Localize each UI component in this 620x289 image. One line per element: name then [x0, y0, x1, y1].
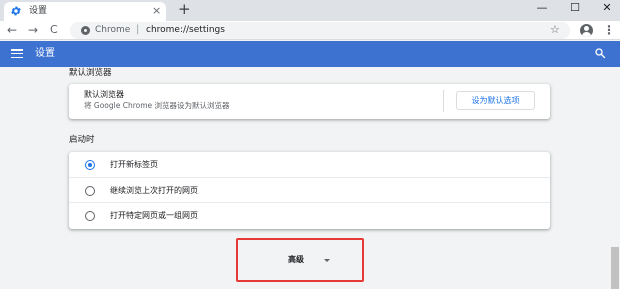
default-browser-label: 默认浏览器: [84, 90, 124, 99]
new-tab-button[interactable]: +: [178, 1, 191, 18]
tab-strip: 设置 × + — ☐ ✕: [0, 0, 620, 21]
address-bar[interactable]: Chrome | chrome://settings ☆: [70, 22, 570, 39]
default-browser-description: 将 Google Chrome 浏览器设为默认浏览器: [84, 101, 230, 110]
browser-toolbar: ← → C Chrome | chrome://settings ☆ ⋮: [0, 21, 620, 40]
advanced-label: 高级: [288, 255, 304, 264]
startup-option-label: 打开新标签页: [110, 160, 158, 169]
forward-button[interactable]: →: [28, 21, 38, 39]
back-button[interactable]: ←: [7, 21, 17, 39]
settings-icon: [10, 5, 22, 17]
settings-header: 设置: [0, 41, 620, 67]
window-close-button[interactable]: ✕: [592, 0, 620, 20]
settings-content: 默认浏览器 默认浏览器 将 Google Chrome 浏览器设为默认浏览器 设…: [0, 67, 620, 289]
caret-down-icon: [324, 259, 330, 262]
startup-option-specific-pages[interactable]: 打开特定网页或一组网页: [69, 202, 550, 227]
tab-settings[interactable]: 设置 ×: [4, 2, 166, 21]
radio-button[interactable]: [85, 186, 95, 196]
radio-button-selected[interactable]: [85, 160, 95, 170]
address-url[interactable]: chrome://settings: [146, 24, 225, 37]
address-separator: |: [136, 24, 140, 35]
search-icon[interactable]: [594, 47, 606, 59]
maximize-button[interactable]: ☐: [560, 0, 590, 20]
profile-icon[interactable]: [580, 24, 593, 37]
startup-option-new-tab[interactable]: 打开新标签页: [69, 152, 550, 177]
site-info-icon[interactable]: [81, 26, 90, 35]
startup-option-continue[interactable]: 继续浏览上次打开的网页: [69, 177, 550, 202]
page-title: 设置: [35, 48, 55, 59]
tab-close-icon[interactable]: ×: [152, 4, 161, 17]
make-default-button[interactable]: 设为默认选项: [456, 91, 535, 110]
divider: [443, 90, 444, 112]
site-label: Chrome: [95, 25, 131, 35]
menu-icon[interactable]: [11, 49, 23, 59]
bookmark-star-icon[interactable]: ☆: [550, 23, 560, 37]
default-browser-section-title: 默认浏览器: [69, 68, 112, 78]
radio-button[interactable]: [85, 211, 95, 221]
startup-option-label: 打开特定网页或一组网页: [110, 211, 198, 220]
default-browser-card: 默认浏览器 将 Google Chrome 浏览器设为默认浏览器 设为默认选项: [69, 84, 550, 119]
advanced-button[interactable]: 高级: [236, 238, 364, 282]
scrollbar-thumb[interactable]: [611, 247, 619, 289]
kebab-menu-icon[interactable]: ⋮: [603, 22, 615, 39]
reload-button[interactable]: C: [50, 21, 58, 39]
on-startup-section-title: 启动时: [69, 135, 95, 145]
minimize-button[interactable]: —: [527, 0, 557, 20]
startup-option-label: 继续浏览上次打开的网页: [110, 186, 198, 195]
on-startup-card: 打开新标签页 继续浏览上次打开的网页 打开特定网页或一组网页: [69, 152, 550, 229]
tab-title: 设置: [29, 6, 48, 16]
